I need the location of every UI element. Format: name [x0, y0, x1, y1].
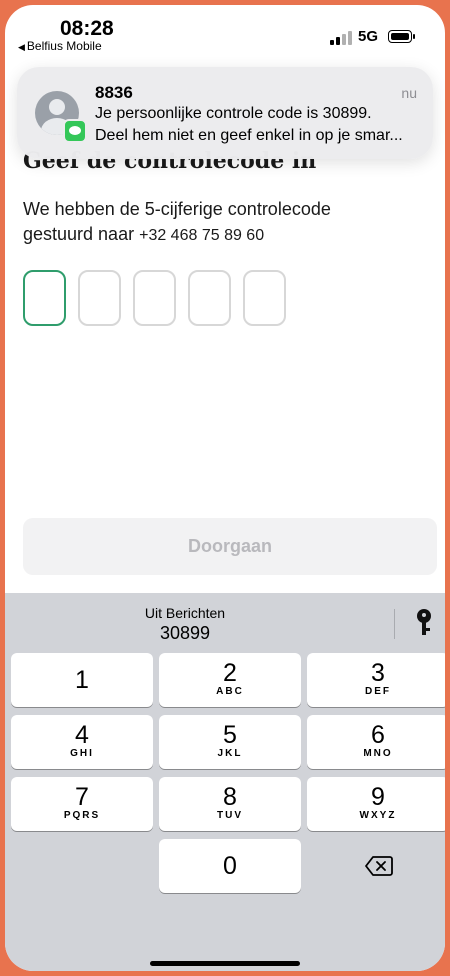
key-5-letters: JKL: [217, 748, 243, 759]
key-9[interactable]: 9 WXYZ: [307, 777, 445, 831]
battery-icon: [388, 30, 415, 43]
backspace-icon: [365, 856, 393, 876]
key-4-number: 4: [75, 721, 89, 749]
key-7-letters: PQRS: [63, 810, 101, 821]
key-2[interactable]: 2 ABC: [159, 653, 301, 707]
back-app-label: Belfius Mobile: [26, 39, 102, 53]
phone-screen: 08:28 ◀ Belfius Mobile 5G Geef de control…: [5, 5, 445, 971]
description-line2: gestuurd naar: [23, 224, 135, 244]
suggestion-code: 30899: [159, 623, 211, 643]
key-3-number: 3: [371, 659, 385, 687]
status-bar: 08:28 ◀ Belfius Mobile 5G: [5, 5, 445, 63]
key-9-letters: WXYZ: [359, 810, 397, 821]
numeric-keyboard: Uit Berichten 30899 1 2 ABC 3 DEF 4 GHI …: [5, 593, 445, 971]
description-text: We hebben de 5-cijferige controlecode ge…: [23, 197, 423, 248]
key-8[interactable]: 8 TUV: [159, 777, 301, 831]
code-digit-3[interactable]: [133, 270, 176, 326]
home-indicator[interactable]: [150, 961, 300, 966]
key-5[interactable]: 5 JKL: [159, 715, 301, 769]
key-2-number: 2: [223, 659, 237, 687]
key-0[interactable]: 0: [159, 839, 301, 893]
key-1[interactable]: 1: [11, 653, 153, 707]
code-digit-2[interactable]: [78, 270, 121, 326]
key-6-letters: MNO: [363, 748, 393, 759]
key-7[interactable]: 7 PQRS: [11, 777, 153, 831]
code-digit-1[interactable]: [23, 270, 66, 326]
network-type: 5G: [358, 28, 379, 45]
description-line1: We hebben de 5-cijferige controlecode: [23, 199, 331, 219]
key-8-letters: TUV: [217, 810, 243, 821]
key-6-number: 6: [371, 721, 385, 749]
back-arrow-icon: ◀: [18, 42, 25, 52]
signal-icon: [330, 31, 356, 45]
passwords-key-icon[interactable]: [415, 609, 433, 639]
key-5-number: 5: [223, 721, 237, 749]
back-to-app-link[interactable]: ◀ Belfius Mobile: [18, 39, 102, 53]
key-0-number: 0: [223, 852, 237, 880]
status-time: 08:28: [60, 17, 114, 40]
suggestion-source: Uit Berichten: [144, 605, 226, 621]
phone-number: +32 468 75 89 60: [139, 227, 265, 244]
key-3-letters: DEF: [365, 686, 391, 697]
backspace-key[interactable]: [307, 839, 445, 893]
key-7-number: 7: [75, 783, 89, 811]
key-2-letters: ABC: [216, 686, 244, 697]
code-digit-4[interactable]: [188, 270, 231, 326]
key-8-number: 8: [223, 783, 237, 811]
key-4[interactable]: 4 GHI: [11, 715, 153, 769]
key-9-number: 9: [371, 783, 385, 811]
key-6[interactable]: 6 MNO: [307, 715, 445, 769]
notification-message-line1: Je persoonlijke controle code is 30899.: [95, 105, 372, 122]
notification-time: nu: [401, 85, 417, 101]
notification-message-line2: Deel hem niet en geef enkel in op je sma…: [95, 127, 403, 144]
code-digit-5[interactable]: [243, 270, 286, 326]
continue-button[interactable]: Doorgaan: [23, 518, 437, 575]
key-3[interactable]: 3 DEF: [307, 653, 445, 707]
key-1-number: 1: [75, 666, 89, 694]
notification-sender: 8836: [95, 83, 133, 102]
key-4-letters: GHI: [70, 748, 94, 759]
message-notification[interactable]: 8836 nu Je persoonlijke controle code is…: [17, 67, 433, 159]
messages-app-icon: [63, 119, 87, 143]
suggestion-divider: [394, 609, 395, 639]
